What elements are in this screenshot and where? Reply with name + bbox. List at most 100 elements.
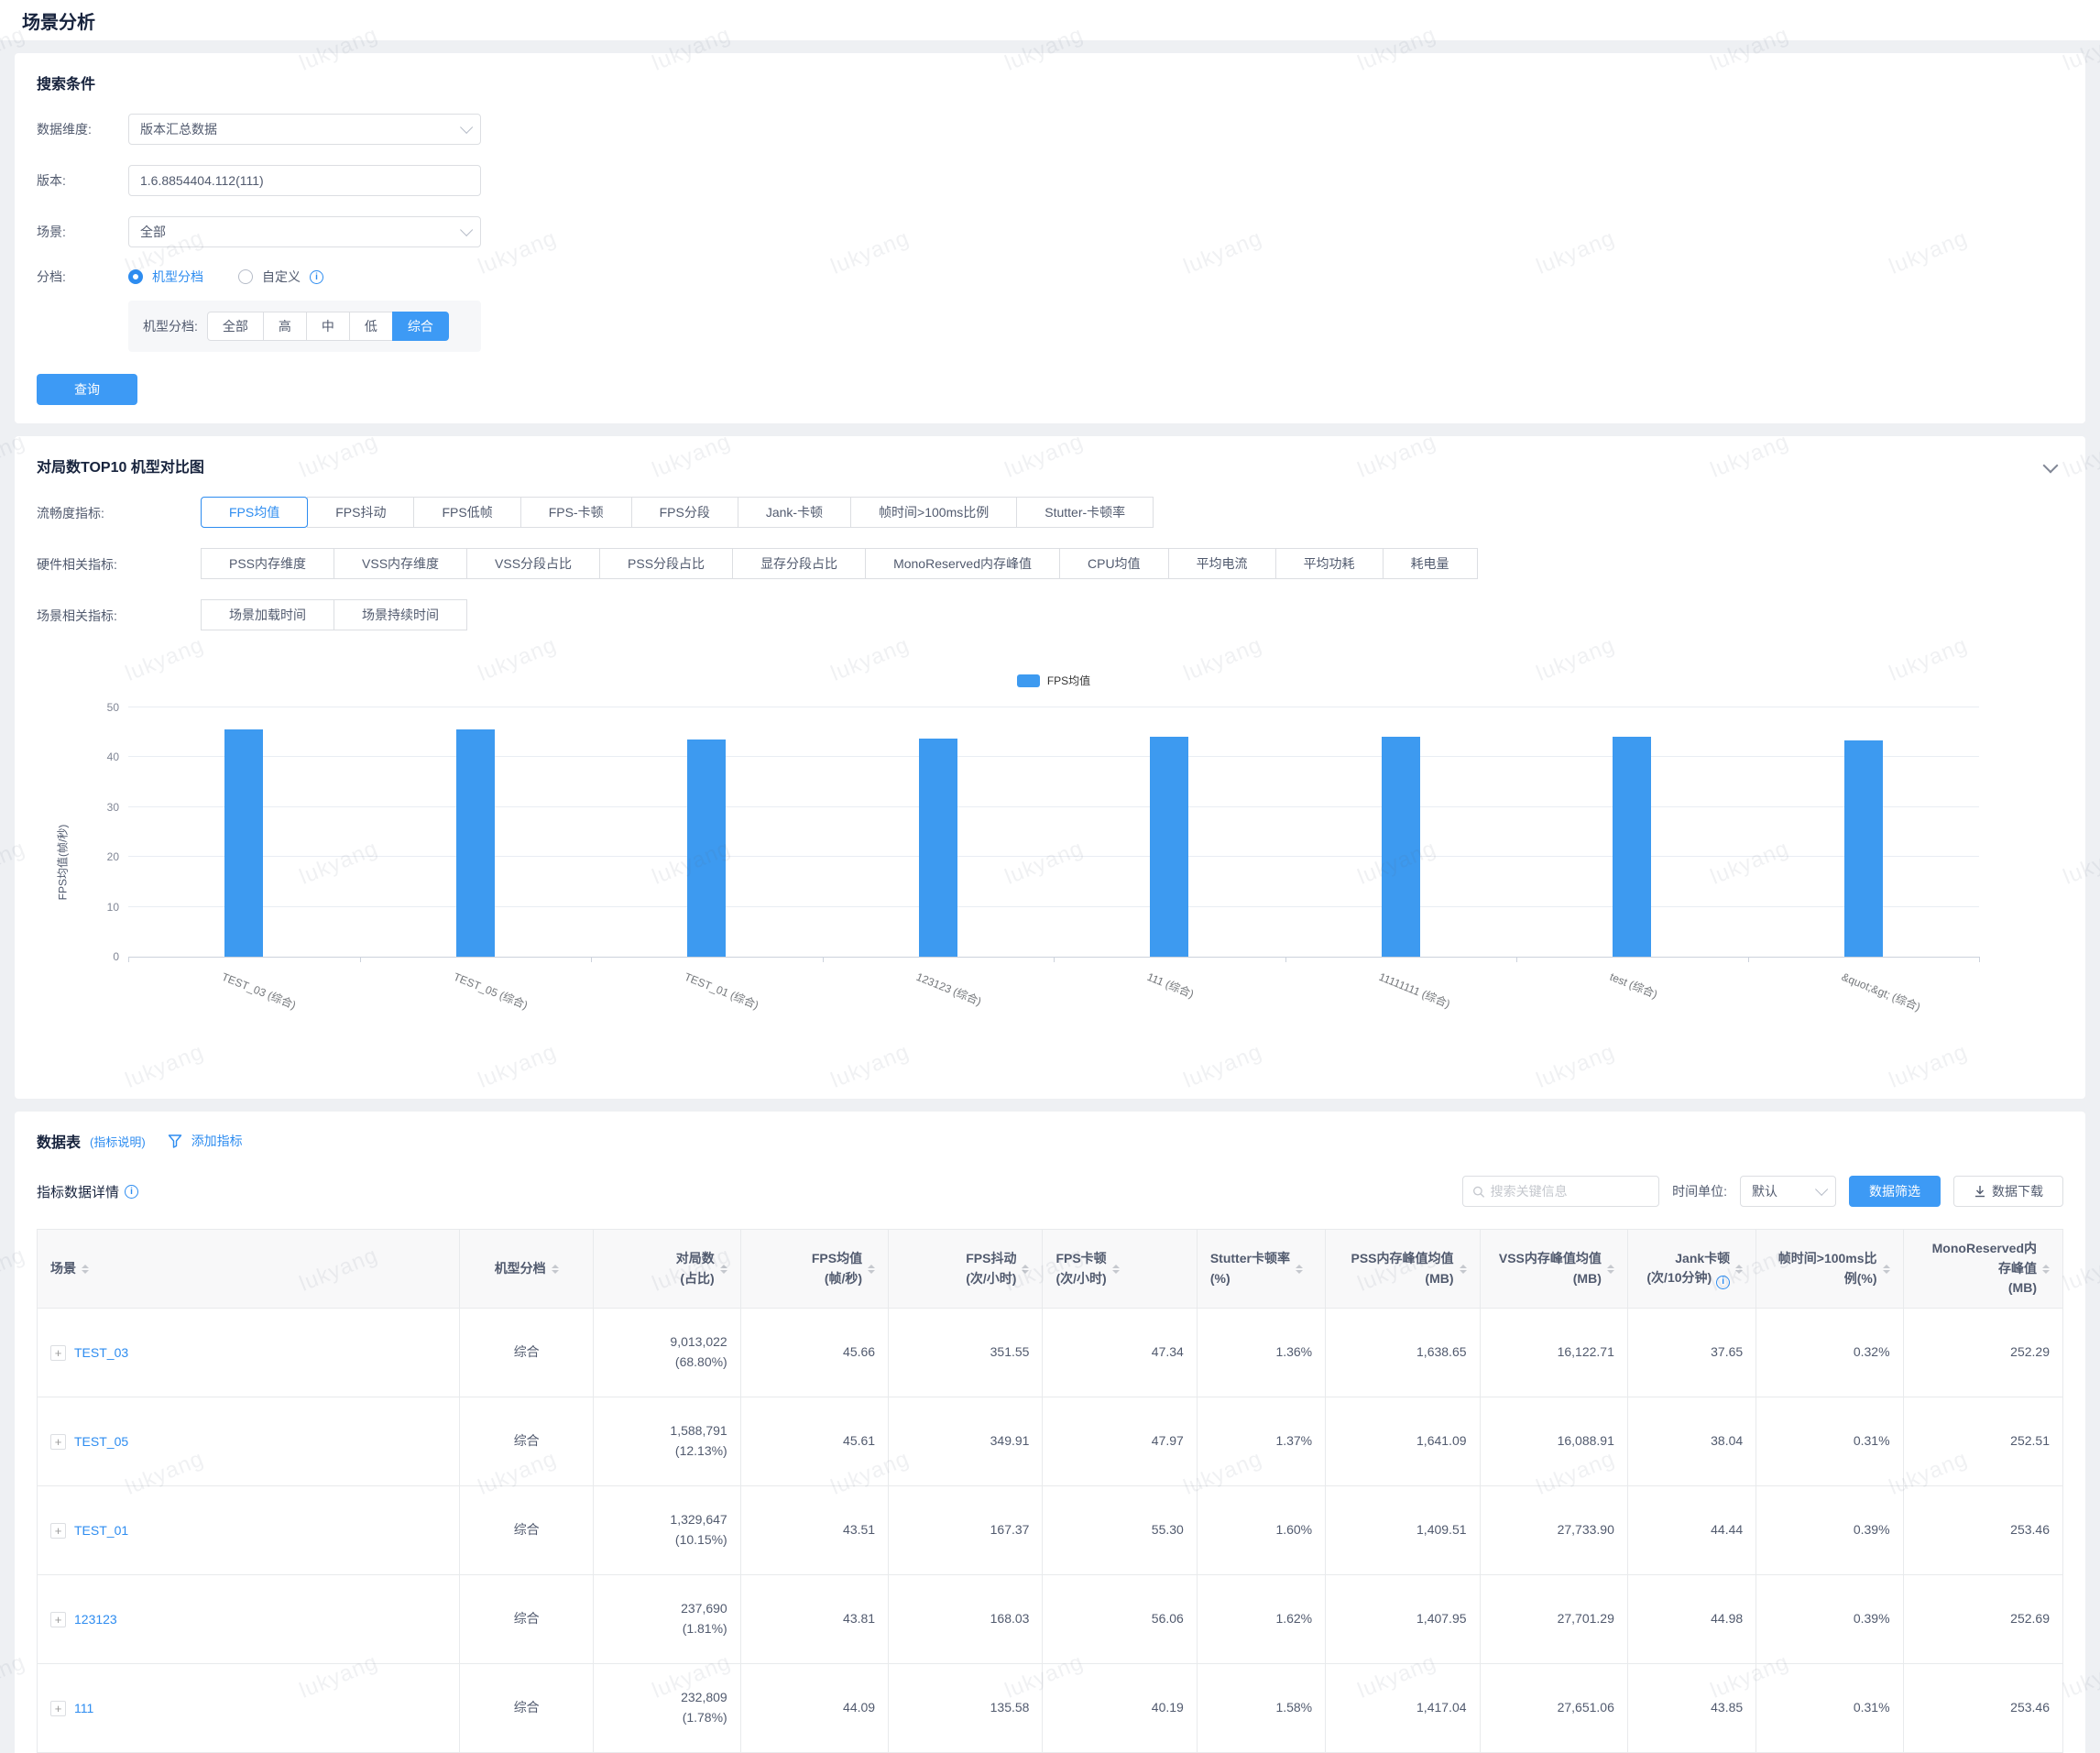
dimension-select[interactable]: 版本汇总数据 [128,114,481,145]
version-label: 版本: [37,171,128,190]
sort-icon[interactable] [82,1261,89,1277]
chart-plot: 01020304050 [128,708,1979,958]
metric-tab[interactable]: FPS-卡顿 [520,497,632,528]
metric-tab[interactable]: 帧时间>100ms比例 [850,497,1017,528]
jank-info-icon[interactable]: i [1716,1276,1730,1289]
metric-tab[interactable]: 场景加载时间 [201,599,334,630]
radio-custom[interactable] [238,269,253,284]
sort-icon[interactable] [1883,1261,1890,1277]
scene-link[interactable]: TEST_05 [74,1434,128,1449]
scene-link[interactable]: 123123 [74,1612,117,1627]
sort-icon[interactable] [1735,1261,1743,1277]
x-axis-label: 11111111 (综合) [1376,969,1452,1012]
cell-frame_time_ratio: 0.31% [1756,1397,1903,1486]
metric-tab[interactable]: VSS分段占比 [466,548,600,579]
chart-legend[interactable]: FPS均值 [128,673,1979,688]
sort-icon[interactable] [1460,1261,1467,1277]
col-header-fps_stutter[interactable]: FPS卡顿(次/小时) [1043,1230,1197,1309]
data-download-button[interactable]: 数据下载 [1953,1176,2063,1207]
metric-tab[interactable]: Jank-卡顿 [738,497,851,528]
metric-tab[interactable]: PSS分段占比 [599,548,733,579]
metric-detail-info-icon[interactable]: i [125,1185,138,1199]
data-filter-button[interactable]: 数据筛选 [1849,1176,1941,1207]
scene-link[interactable]: 111 [74,1701,93,1715]
expand-row-icon[interactable]: + [50,1434,66,1450]
sort-icon[interactable] [868,1261,875,1277]
time-unit-select[interactable]: 默认 [1740,1176,1836,1207]
col-header-matches[interactable]: 对局数(占比) [594,1230,740,1309]
cell-fps_stutter: 47.34 [1043,1309,1197,1397]
chart-title: 对局数TOP10 机型对比图 [37,455,204,477]
col-header-pss_peak_avg[interactable]: PSS内存峰值均值(MB) [1326,1230,1480,1309]
search-input[interactable] [1491,1184,1650,1199]
add-metric-button[interactable]: 添加指标 [191,1132,243,1150]
expand-row-icon[interactable]: + [50,1701,66,1716]
expand-row-icon[interactable]: + [50,1612,66,1627]
metric-tab[interactable]: FPS低帧 [413,497,520,528]
metric-tab[interactable]: 平均功耗 [1275,548,1384,579]
metric-tab[interactable]: 平均电流 [1168,548,1276,579]
scene-select[interactable]: 全部 [128,216,481,247]
y-tick-label: 40 [107,751,119,763]
chart-bar[interactable] [1150,737,1188,957]
metric-tab[interactable]: 场景持续时间 [334,599,467,630]
scene-link[interactable]: TEST_03 [74,1345,128,1360]
metric-tab[interactable]: FPS均值 [201,497,308,528]
col-header-scene[interactable]: 场景 [38,1230,460,1309]
expand-row-icon[interactable]: + [50,1345,66,1361]
chart-bar[interactable] [919,739,957,957]
metric-tab[interactable]: VSS内存维度 [334,548,467,579]
col-header-fps_jitter[interactable]: FPS抖动(次/小时) [889,1230,1043,1309]
col-header-tier[interactable]: 机型分档 [460,1230,594,1309]
col-header-jank[interactable]: Jank卡顿(次/10分钟)i [1627,1230,1755,1309]
chart-bar[interactable] [1613,737,1651,957]
col-header-mono_reserved[interactable]: MonoReserved内存峰值(MB) [1903,1230,2062,1309]
chart-bar[interactable] [1382,737,1420,957]
metric-tab[interactable]: FPS分段 [631,497,738,528]
expand-row-icon[interactable]: + [50,1523,66,1539]
radio-model-tier[interactable] [128,269,143,284]
sort-icon[interactable] [720,1261,727,1277]
sort-icon[interactable] [1022,1261,1029,1277]
sort-icon[interactable] [1296,1261,1303,1277]
col-header-vss_peak_avg[interactable]: VSS内存峰值均值(MB) [1480,1230,1627,1309]
metric-tab[interactable]: MonoReserved内存峰值 [865,548,1060,579]
chart-bar[interactable] [1844,740,1883,957]
chart-bar[interactable] [224,729,263,957]
radio-model-tier-label[interactable]: 机型分档 [152,268,203,286]
sort-icon[interactable] [1112,1261,1120,1277]
metric-tab[interactable]: PSS内存维度 [201,548,334,579]
custom-info-icon[interactable]: i [310,270,323,284]
scene-link[interactable]: TEST_01 [74,1523,128,1538]
collapse-chart-icon[interactable] [2043,458,2059,474]
sort-icon[interactable] [552,1261,559,1277]
tier-option[interactable]: 中 [306,312,350,341]
version-input[interactable] [140,173,469,188]
y-tick-label: 0 [113,950,119,963]
metric-tab[interactable]: 耗电量 [1383,548,1478,579]
tier-label: 分档: [37,268,128,286]
tier-option[interactable]: 低 [349,312,393,341]
cell-mono_reserved: 252.29 [1903,1309,2062,1397]
chart-bar[interactable] [687,740,726,957]
radio-custom-label[interactable]: 自定义 [262,268,301,286]
sort-icon[interactable] [2042,1261,2050,1277]
metric-tab[interactable]: 显存分段占比 [732,548,866,579]
metric-description-link[interactable]: (指标说明) [90,1133,146,1150]
cell-frame_time_ratio: 0.39% [1756,1575,1903,1664]
table-head: 场景机型分档对局数(占比)FPS均值(帧/秒)FPS抖动(次/小时)FPS卡顿(… [38,1230,2063,1309]
cell-frame_time_ratio: 0.31% [1756,1664,1903,1753]
chart-bar[interactable] [456,729,495,957]
col-header-fps_avg[interactable]: FPS均值(帧/秒) [740,1230,888,1309]
metric-tab[interactable]: CPU均值 [1059,548,1169,579]
funnel-icon[interactable] [168,1134,182,1148]
col-header-stutter_rate[interactable]: Stutter卡顿率(%) [1197,1230,1325,1309]
tier-option[interactable]: 综合 [392,312,449,341]
sort-icon[interactable] [1607,1261,1614,1277]
metric-tab[interactable]: Stutter-卡顿率 [1016,497,1154,528]
tier-option[interactable]: 高 [263,312,307,341]
col-header-frame_time_ratio[interactable]: 帧时间>100ms比例(%) [1756,1230,1903,1309]
tier-option[interactable]: 全部 [207,312,264,341]
metric-tab[interactable]: FPS抖动 [307,497,414,528]
query-button[interactable]: 查询 [37,374,137,405]
